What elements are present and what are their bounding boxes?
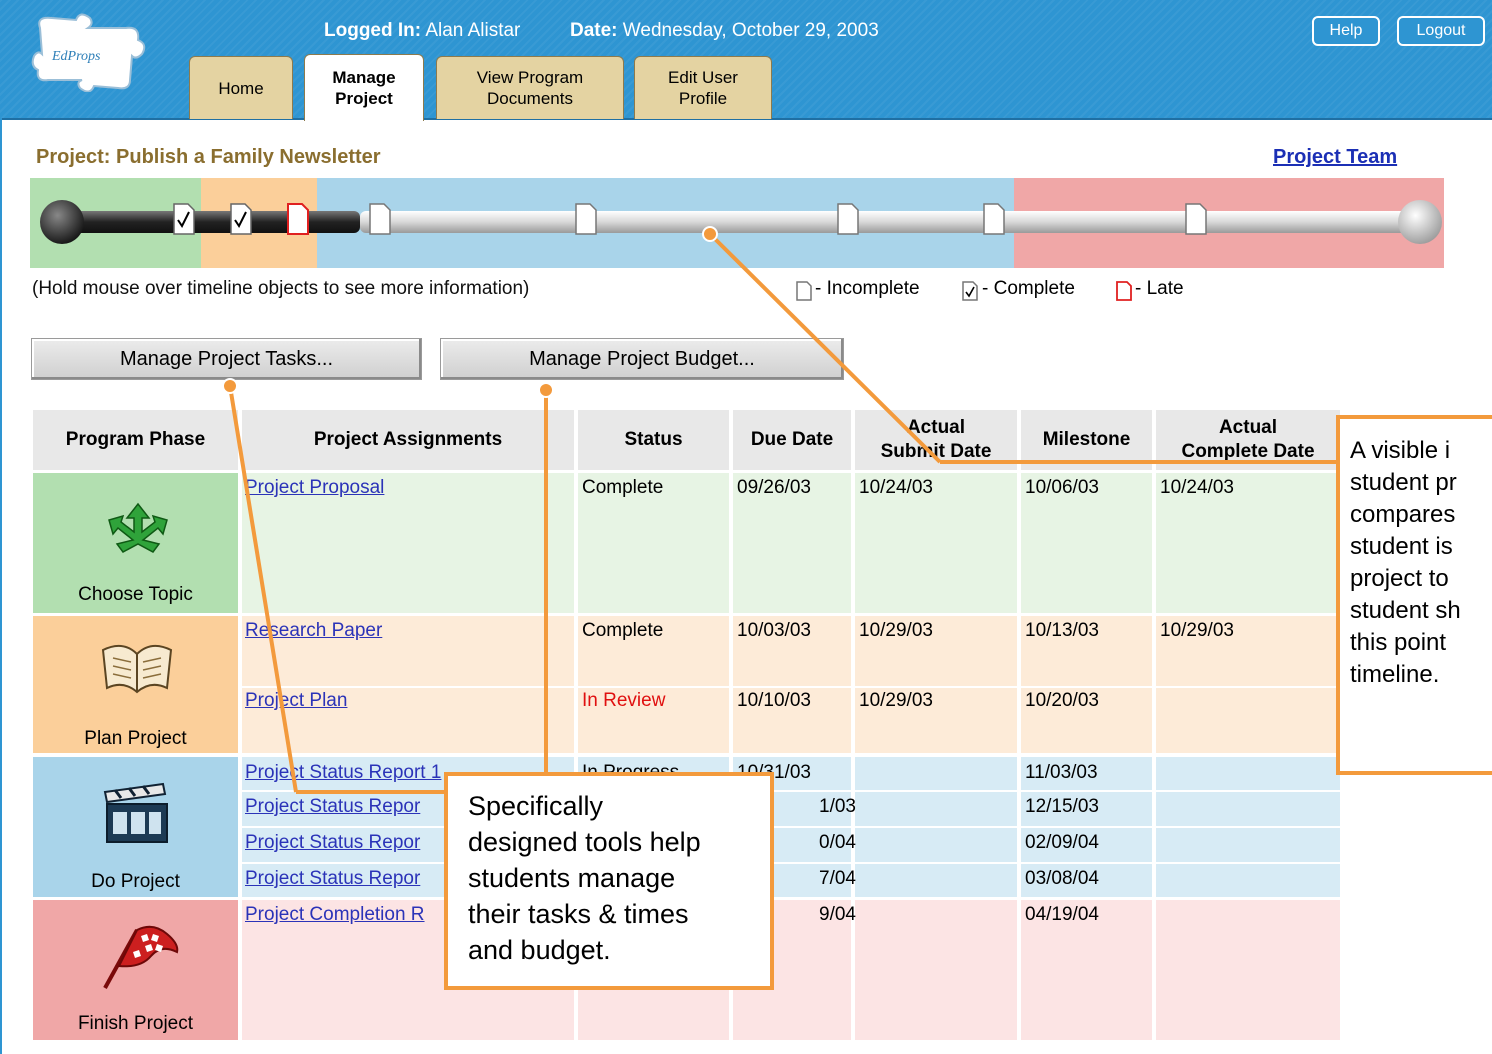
- milestone-cell: 04/19/04: [1025, 904, 1099, 925]
- milestone-cell: 12/15/03: [1025, 796, 1099, 817]
- assignment-link[interactable]: Project Status Repor: [245, 832, 420, 854]
- timeline-doc-icon: [230, 203, 252, 235]
- milestone-cell: 02/09/04: [1025, 832, 1099, 853]
- app-header: EdProps Logged In: Alan Alistar Date: We…: [0, 0, 1492, 121]
- date-info: Date: Wednesday, October 29, 2003: [570, 20, 879, 41]
- timeline-doc-icon: [1185, 203, 1207, 235]
- phase-label-choose-topic: Choose Topic: [78, 584, 193, 605]
- legend-late: - Late: [1135, 278, 1184, 299]
- due-date-cell: 09/26/03: [737, 477, 811, 498]
- checkered-flag-icon: [103, 925, 179, 989]
- complete-date-cell: 10/29/03: [1160, 620, 1234, 641]
- header-status: Status: [578, 410, 729, 470]
- tab-manage-project[interactable]: Manage Project: [304, 54, 424, 121]
- svg-text:EdProps: EdProps: [51, 49, 101, 64]
- arrows-icon: [108, 502, 168, 553]
- clapperboard-icon: [103, 782, 168, 843]
- manage-project-tasks-button[interactable]: Manage Project Tasks...: [31, 338, 422, 380]
- complete-date-cell: 10/24/03: [1160, 477, 1234, 498]
- submit-date-cell: 10/29/03: [859, 690, 933, 711]
- tab-home[interactable]: Home: [189, 56, 293, 119]
- status-cell: Complete: [582, 477, 664, 498]
- timeline-doc-icon: [983, 203, 1005, 235]
- milestone-cell: 10/06/03: [1025, 477, 1099, 498]
- timeline-doc-icon: [837, 203, 859, 235]
- tab-edit-user-profile[interactable]: Edit User Profile: [634, 56, 772, 119]
- due-date-cell: 0/04: [819, 832, 856, 853]
- header-actual-complete-date: Actual Complete Date: [1156, 410, 1340, 470]
- milestone-cell: 03/08/04: [1025, 868, 1099, 889]
- assignment-link[interactable]: Project Status Repor: [245, 796, 420, 818]
- status-cell: In Review: [582, 690, 666, 711]
- status-cell: Complete: [582, 620, 664, 641]
- phase-label-do-project: Do Project: [91, 871, 180, 892]
- phase-label-finish-project: Finish Project: [77, 1013, 194, 1034]
- milestone-cell: 10/20/03: [1025, 690, 1099, 711]
- phase-label-plan-project: Plan Project: [84, 728, 187, 749]
- assignment-link[interactable]: Research Paper: [245, 620, 382, 642]
- submit-date-cell: 10/29/03: [859, 620, 933, 641]
- legend-complete: - Complete: [982, 278, 1075, 299]
- late-doc-icon: [1116, 281, 1132, 301]
- assignment-link[interactable]: Project Proposal: [245, 477, 384, 499]
- timeline-start-knob: [40, 200, 84, 244]
- header-due-date: Due Date: [733, 410, 851, 470]
- assignment-link[interactable]: Project Completion R: [245, 904, 425, 926]
- tools-callout: Specifically designed tools help student…: [444, 772, 774, 990]
- milestone-cell: 11/03/03: [1025, 762, 1098, 783]
- due-date-cell: 9/04: [819, 904, 856, 925]
- project-title: Project: Publish a Family Newsletter: [36, 146, 381, 168]
- timeline-remaining-bar: [360, 211, 1410, 233]
- tab-view-program-documents[interactable]: View Program Documents: [436, 56, 624, 119]
- header-actual-submit-date: Actual Submit Date: [855, 410, 1017, 470]
- timeline-end-knob: [1398, 200, 1442, 244]
- timeline-doc-icon: [173, 203, 195, 235]
- timeline-callout: A visible i student pr compares student …: [1336, 415, 1492, 775]
- timeline-doc-icon: [287, 203, 309, 235]
- header-program-phase: Program Phase: [33, 410, 238, 470]
- header-milestone: Milestone: [1021, 410, 1152, 470]
- book-icon: [101, 644, 173, 694]
- assignment-link[interactable]: Project Status Report 1: [245, 762, 441, 784]
- due-date-cell: 10/03/03: [737, 620, 811, 641]
- milestone-cell: 10/13/03: [1025, 620, 1099, 641]
- help-button[interactable]: Help: [1312, 16, 1380, 46]
- due-date-cell: 1/03: [819, 796, 856, 817]
- project-timeline: [30, 178, 1444, 268]
- timeline-doc-icon: [369, 203, 391, 235]
- manage-project-budget-button[interactable]: Manage Project Budget...: [440, 338, 844, 380]
- project-team-link[interactable]: Project Team: [1273, 146, 1397, 169]
- logout-button[interactable]: Logout: [1397, 16, 1485, 46]
- left-border: [0, 118, 2, 1054]
- edprops-logo: EdProps: [31, 13, 146, 92]
- assignment-link[interactable]: Project Plan: [245, 690, 347, 712]
- submit-date-cell: 10/24/03: [859, 477, 933, 498]
- assignment-link[interactable]: Project Status Repor: [245, 868, 420, 890]
- due-date-cell: 10/10/03: [737, 690, 811, 711]
- complete-doc-icon: [962, 281, 978, 301]
- incomplete-doc-icon: [796, 281, 812, 301]
- header-project-assignments: Project Assignments: [242, 410, 574, 470]
- legend-incomplete: - Incomplete: [815, 278, 920, 299]
- logged-in-info: Logged In: Alan Alistar: [324, 20, 521, 41]
- timeline-hint: (Hold mouse over timeline objects to see…: [32, 278, 530, 299]
- due-date-cell: 7/04: [819, 868, 856, 889]
- timeline-doc-icon: [575, 203, 597, 235]
- timeline-progress-bar: [60, 211, 360, 233]
